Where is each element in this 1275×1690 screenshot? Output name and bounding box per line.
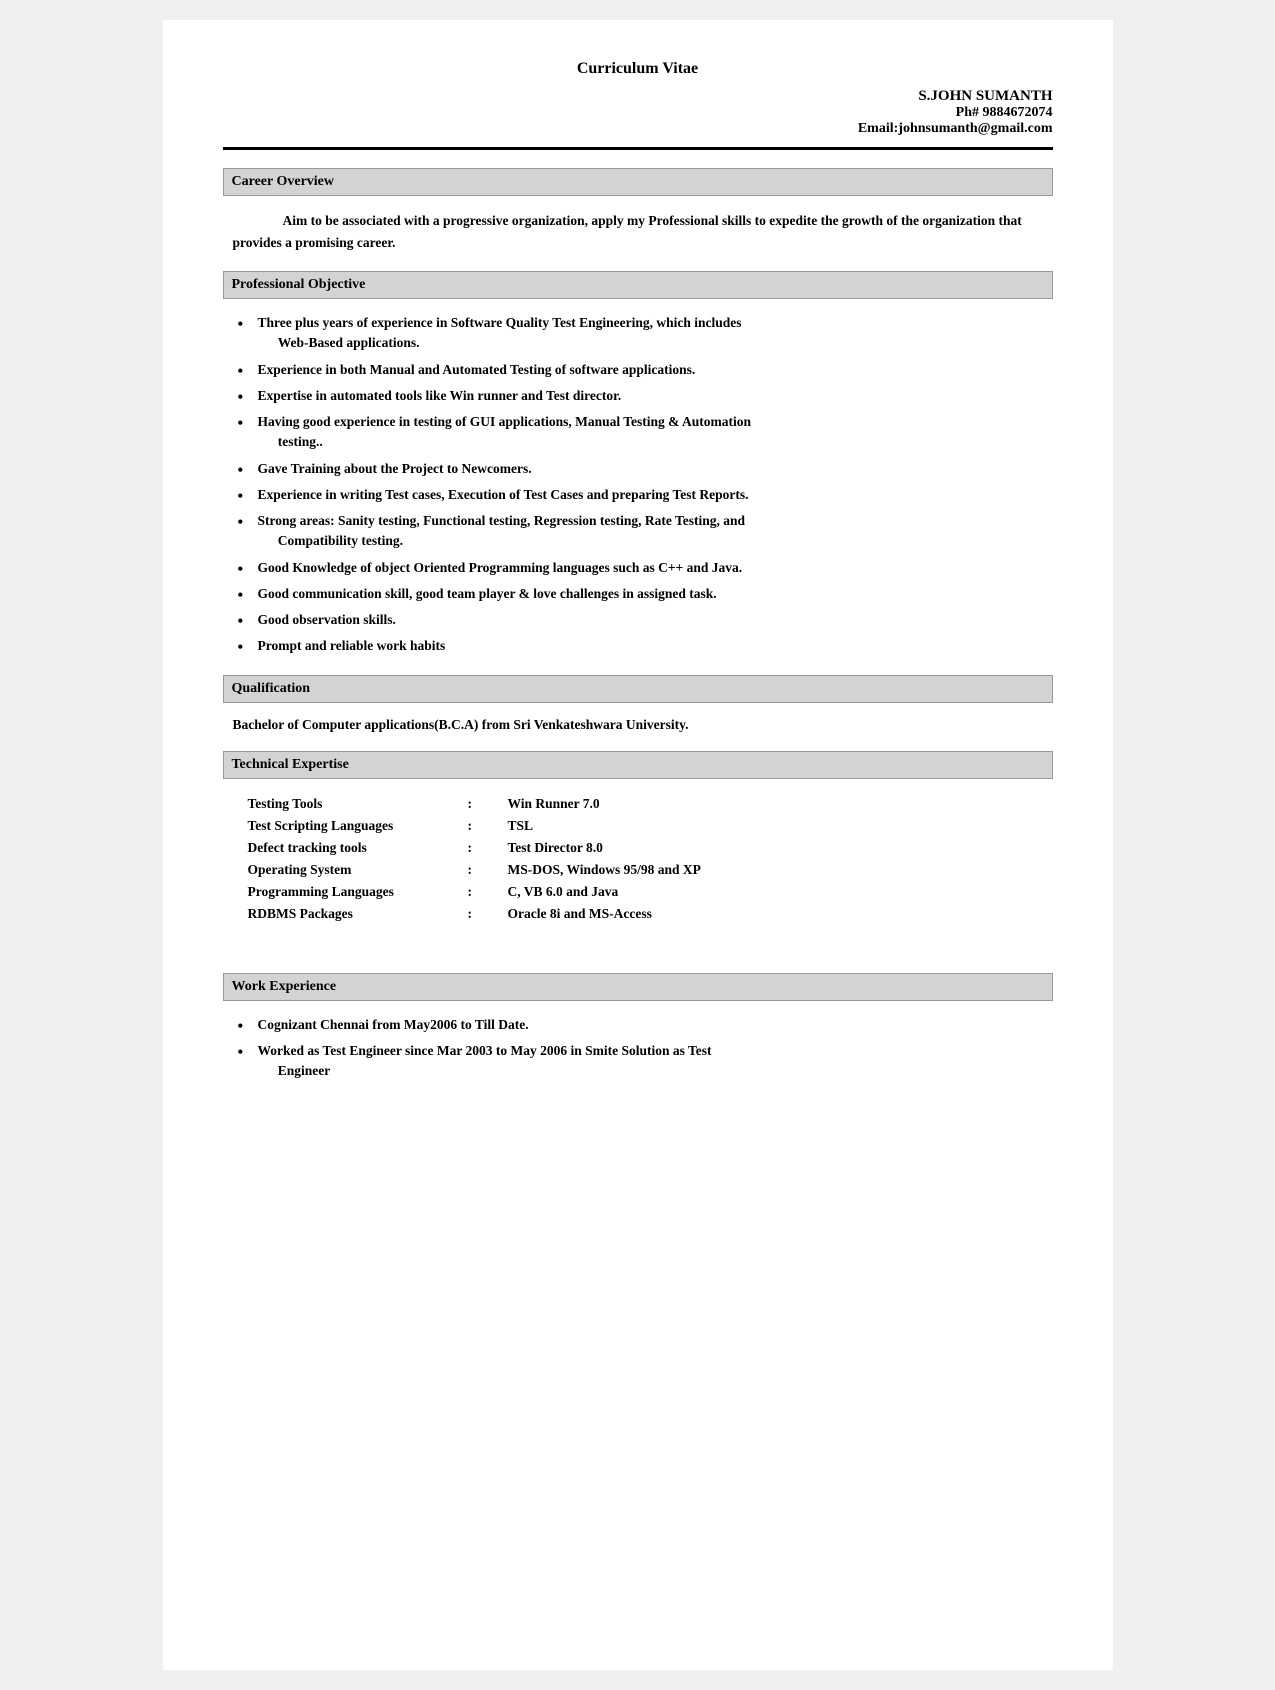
tech-colon: : <box>463 793 503 815</box>
career-overview-heading: Career Overview <box>223 168 1053 196</box>
work-experience-section: Work Experience Cognizant Chennai from M… <box>223 973 1053 1082</box>
tech-label: Operating System <box>243 859 463 881</box>
tech-value: Oracle 8i and MS-Access <box>503 903 903 925</box>
candidate-email: Email:johnsumanth@gmail.com <box>223 121 1053 137</box>
tech-colon: : <box>463 859 503 881</box>
list-item: Expertise in automated tools like Win ru… <box>243 386 1053 406</box>
list-item: Cognizant Chennai from May2006 to Till D… <box>243 1015 1053 1035</box>
list-item: Good Knowledge of object Oriented Progra… <box>243 558 1053 578</box>
tech-label: RDBMS Packages <box>243 903 463 925</box>
tech-label: Testing Tools <box>243 793 463 815</box>
tech-colon: : <box>463 881 503 903</box>
professional-objective-list: Three plus years of experience in Softwa… <box>223 313 1053 657</box>
candidate-phone: Ph# 9884672074 <box>223 105 1053 121</box>
tech-label: Programming Languages <box>243 881 463 903</box>
list-item: Having good experience in testing of GUI… <box>243 412 1053 453</box>
qualification-section: Qualification Bachelor of Computer appli… <box>223 675 1053 733</box>
list-item: Worked as Test Engineer since Mar 2003 t… <box>243 1041 1053 1082</box>
table-row: Test Scripting Languages : TSL <box>243 815 903 837</box>
technical-expertise-section: Technical Expertise Testing Tools : Win … <box>223 751 1053 925</box>
table-row: Defect tracking tools : Test Director 8.… <box>243 837 903 859</box>
tech-colon: : <box>463 815 503 837</box>
tech-colon: : <box>463 837 503 859</box>
table-row: RDBMS Packages : Oracle 8i and MS-Access <box>243 903 903 925</box>
tech-table-inner: Testing Tools : Win Runner 7.0 Test Scri… <box>243 793 903 925</box>
qualification-text: Bachelor of Computer applications(B.C.A)… <box>223 717 1053 733</box>
list-item: Strong areas: Sanity testing, Functional… <box>243 511 1053 552</box>
list-item: Good observation skills. <box>243 610 1053 630</box>
tech-label: Defect tracking tools <box>243 837 463 859</box>
tech-value: Win Runner 7.0 <box>503 793 903 815</box>
list-item: Three plus years of experience in Softwa… <box>243 313 1053 354</box>
cv-header-right: S.JOHN SUMANTH Ph# 9884672074 Email:john… <box>223 88 1053 137</box>
list-item: Experience in writing Test cases, Execut… <box>243 485 1053 505</box>
work-experience-list: Cognizant Chennai from May2006 to Till D… <box>223 1015 1053 1082</box>
list-item: Experience in both Manual and Automated … <box>243 360 1053 380</box>
technical-expertise-heading: Technical Expertise <box>223 751 1053 779</box>
table-row: Testing Tools : Win Runner 7.0 <box>243 793 903 815</box>
technical-expertise-table: Testing Tools : Win Runner 7.0 Test Scri… <box>243 793 1033 925</box>
spacer <box>223 943 1053 973</box>
cv-header-center: Curriculum Vitae <box>223 60 1053 78</box>
tech-colon: : <box>463 903 503 925</box>
work-experience-heading: Work Experience <box>223 973 1053 1001</box>
list-item: Good communication skill, good team play… <box>243 584 1053 604</box>
list-item: Gave Training about the Project to Newco… <box>243 459 1053 479</box>
tech-value: MS-DOS, Windows 95/98 and XP <box>503 859 903 881</box>
tech-label: Test Scripting Languages <box>243 815 463 837</box>
list-item: Prompt and reliable work habits <box>243 636 1053 656</box>
resume-page: Curriculum Vitae S.JOHN SUMANTH Ph# 9884… <box>163 20 1113 1670</box>
tech-value: TSL <box>503 815 903 837</box>
candidate-name: S.JOHN SUMANTH <box>223 88 1053 105</box>
tech-value: Test Director 8.0 <box>503 837 903 859</box>
qualification-heading: Qualification <box>223 675 1053 703</box>
header-divider <box>223 147 1053 150</box>
career-overview-section: Career Overview Aim to be associated wit… <box>223 168 1053 253</box>
professional-objective-section: Professional Objective Three plus years … <box>223 271 1053 657</box>
table-row: Programming Languages : C, VB 6.0 and Ja… <box>243 881 903 903</box>
career-overview-text: Aim to be associated with a progressive … <box>223 210 1053 253</box>
professional-objective-heading: Professional Objective <box>223 271 1053 299</box>
tech-value: C, VB 6.0 and Java <box>503 881 903 903</box>
table-row: Operating System : MS-DOS, Windows 95/98… <box>243 859 903 881</box>
cv-title: Curriculum Vitae <box>223 60 1053 78</box>
